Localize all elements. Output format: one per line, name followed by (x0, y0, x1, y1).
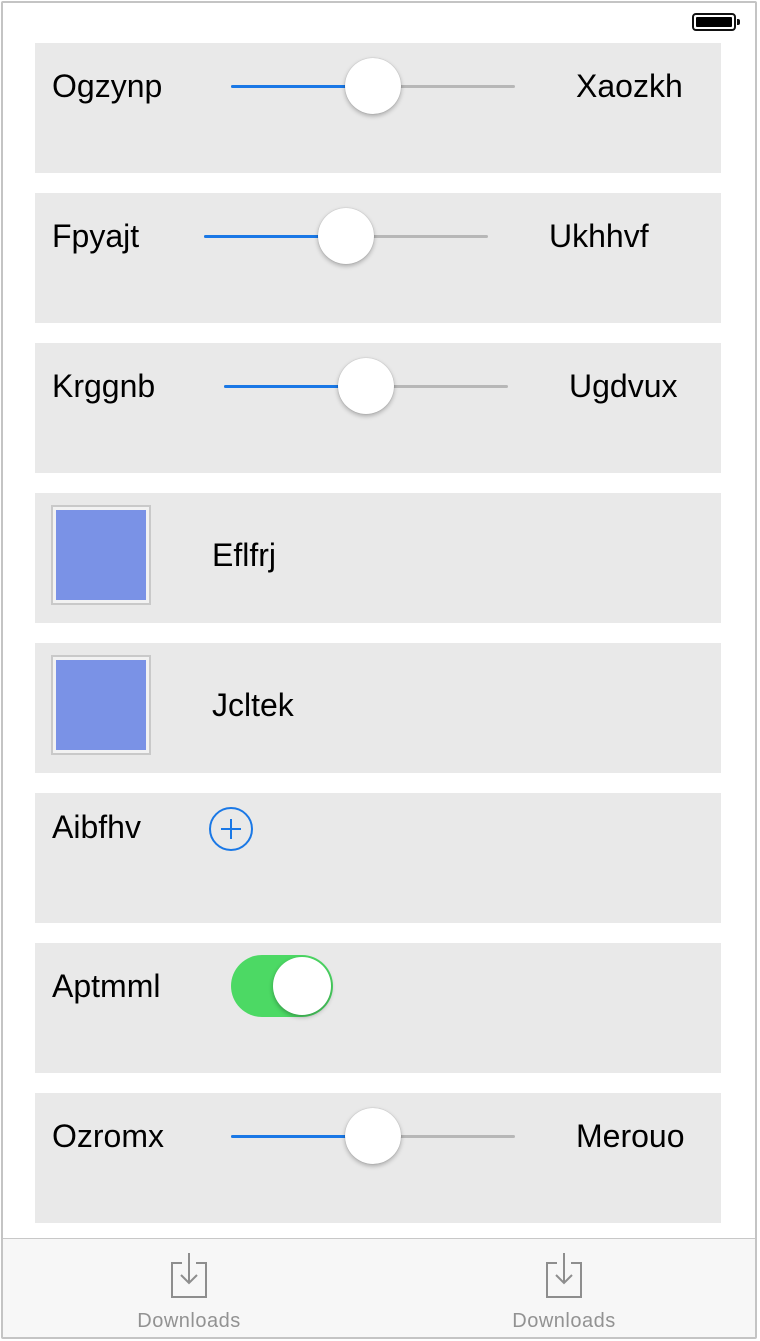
slider-row-krggnb: Krggnb Ugdvux (35, 343, 721, 473)
status-bar (3, 3, 755, 43)
app-screen: Ogzynp Xaozkh Fpyajt Ukhhvf Krggnb Ugdvu… (1, 1, 757, 1339)
slider[interactable] (224, 358, 508, 414)
toggle-knob (273, 957, 331, 1015)
tab-bar: Downloads Downloads (3, 1238, 755, 1337)
slider-thumb[interactable] (338, 358, 394, 414)
color-swatch-fill (56, 510, 146, 600)
color-row-label: Eflfrj (212, 537, 276, 573)
tab-downloads-1[interactable]: Downloads (89, 1239, 289, 1337)
download-tray-icon (546, 1253, 582, 1298)
color-swatch[interactable] (51, 505, 151, 605)
battery-icon (692, 13, 740, 31)
slider[interactable] (231, 58, 515, 114)
slider-min-label: Ogzynp (52, 68, 163, 104)
toggle-row-aptmml: Aptmml (35, 943, 721, 1073)
slider-min-label: Ozromx (52, 1118, 164, 1154)
add-row-aibfhv: Aibfhv (35, 793, 721, 923)
color-swatch[interactable] (51, 655, 151, 755)
color-row-label: Jcltek (212, 687, 294, 723)
tab-downloads-2[interactable]: Downloads (464, 1239, 664, 1337)
slider-row-fpyajt: Fpyajt Ukhhvf (35, 193, 721, 323)
add-row-label: Aibfhv (52, 809, 141, 845)
battery-level-fill (696, 17, 732, 27)
slider-max-label: Merouo (576, 1118, 685, 1154)
slider-row-ozromx: Ozromx Merouo (35, 1093, 721, 1223)
slider[interactable] (231, 1108, 515, 1164)
slider-min-label: Fpyajt (52, 218, 140, 254)
color-row-jcltek: Jcltek (35, 643, 721, 773)
slider-row-ogzynp: Ogzynp Xaozkh (35, 43, 721, 173)
color-swatch-fill (56, 660, 146, 750)
download-tray-icon (171, 1253, 207, 1298)
slider-min-label: Krggnb (52, 368, 156, 404)
slider-thumb[interactable] (345, 58, 401, 114)
slider[interactable] (204, 208, 488, 264)
tab-label: Downloads (512, 1310, 616, 1332)
tab-label: Downloads (137, 1310, 241, 1332)
plus-circle-icon[interactable] (209, 807, 253, 851)
color-row-eflfrj: Eflfrj (35, 493, 721, 623)
toggle-row-label: Aptmml (52, 968, 161, 1004)
slider-max-label: Xaozkh (576, 68, 683, 104)
slider-max-label: Ukhhvf (549, 218, 649, 254)
slider-thumb[interactable] (345, 1108, 401, 1164)
toggle-switch[interactable] (231, 955, 333, 1017)
slider-max-label: Ugdvux (569, 368, 678, 404)
slider-thumb[interactable] (318, 208, 374, 264)
